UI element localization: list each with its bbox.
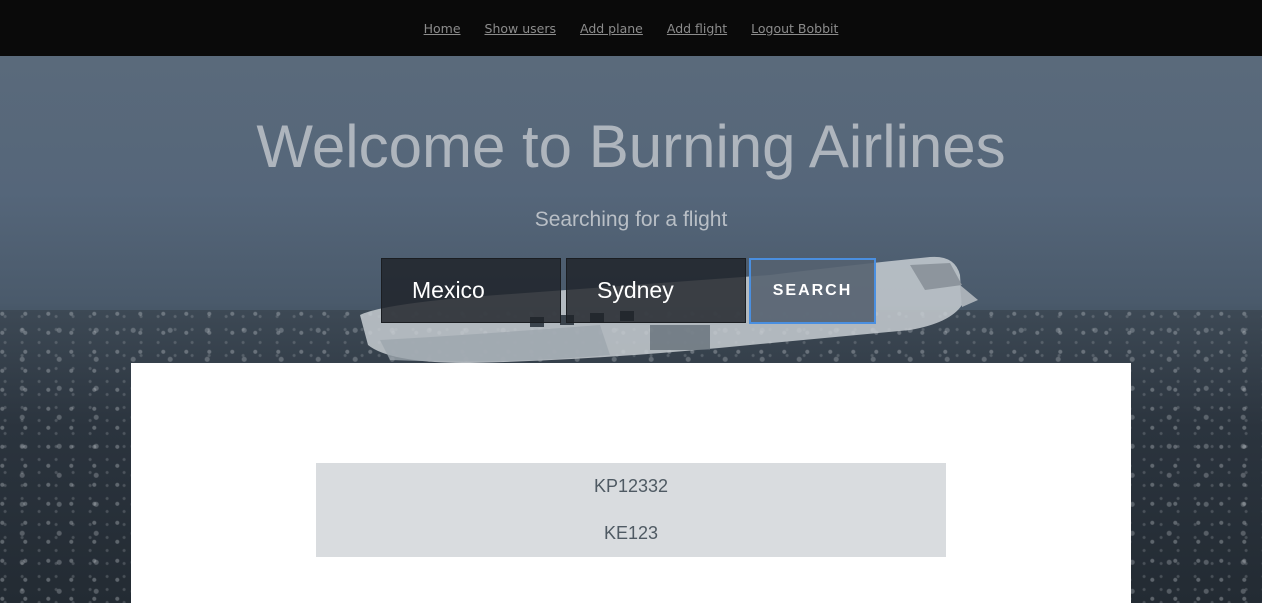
top-navbar: Home Show users Add plane Add flight Log… [0,0,1262,56]
nav-link-add-flight[interactable]: Add flight [667,21,727,36]
list-item[interactable]: KP12332 [316,463,946,510]
nav-link-home[interactable]: Home [424,21,461,36]
destination-input[interactable] [566,258,746,323]
page-title: Welcome to Burning Airlines [256,113,1006,180]
search-button[interactable]: SEARCH [749,258,876,324]
nav-link-show-users[interactable]: Show users [485,21,556,36]
page: Home Show users Add plane Add flight Log… [0,0,1262,603]
nav-link-add-plane[interactable]: Add plane [580,21,643,36]
flight-search-form: SEARCH [381,258,876,324]
list-item[interactable]: KE123 [316,510,946,557]
page-subtitle: Searching for a flight [534,208,728,231]
flight-results-list: KP12332 KE123 [316,463,946,557]
results-panel: KP12332 KE123 [131,363,1131,603]
origin-input[interactable] [381,258,561,323]
nav-link-logout[interactable]: Logout Bobbit [751,21,838,36]
